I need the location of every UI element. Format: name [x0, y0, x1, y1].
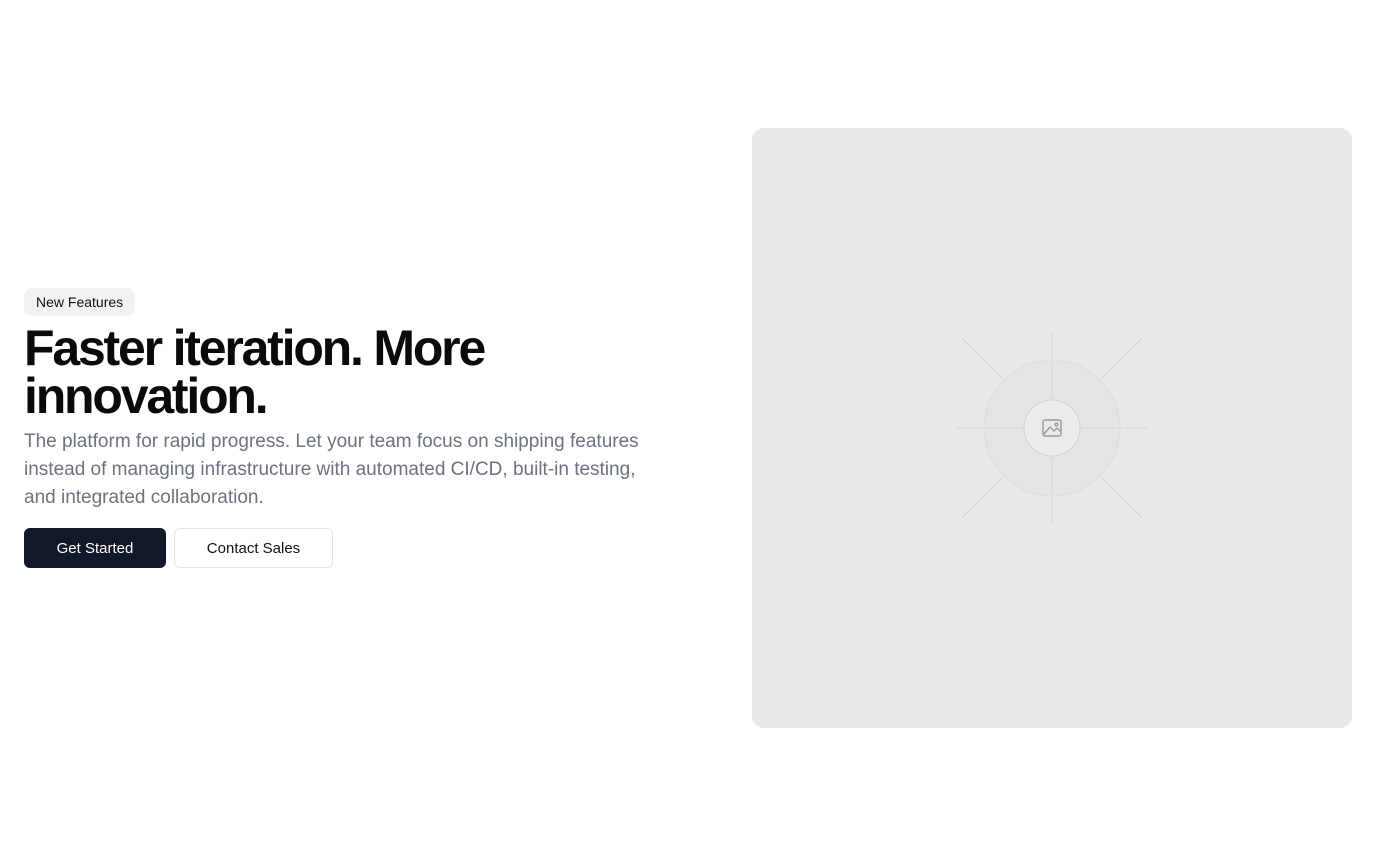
placeholder-graphic: [957, 333, 1147, 523]
hero-section: New Features Faster iteration. More inno…: [0, 0, 1376, 856]
image-placeholder: [752, 128, 1352, 728]
hero-title: Faster iteration. More innovation.: [24, 320, 486, 424]
hero-description: The platform for rapid progress. Let you…: [24, 431, 639, 508]
new-features-badge: New Features: [24, 288, 136, 316]
get-started-button[interactable]: Get Started: [24, 528, 166, 568]
hero-actions: Get Started Contact Sales: [24, 528, 664, 568]
hero-content: New Features Faster iteration. More inno…: [24, 288, 664, 568]
contact-sales-button[interactable]: Contact Sales: [174, 528, 333, 568]
